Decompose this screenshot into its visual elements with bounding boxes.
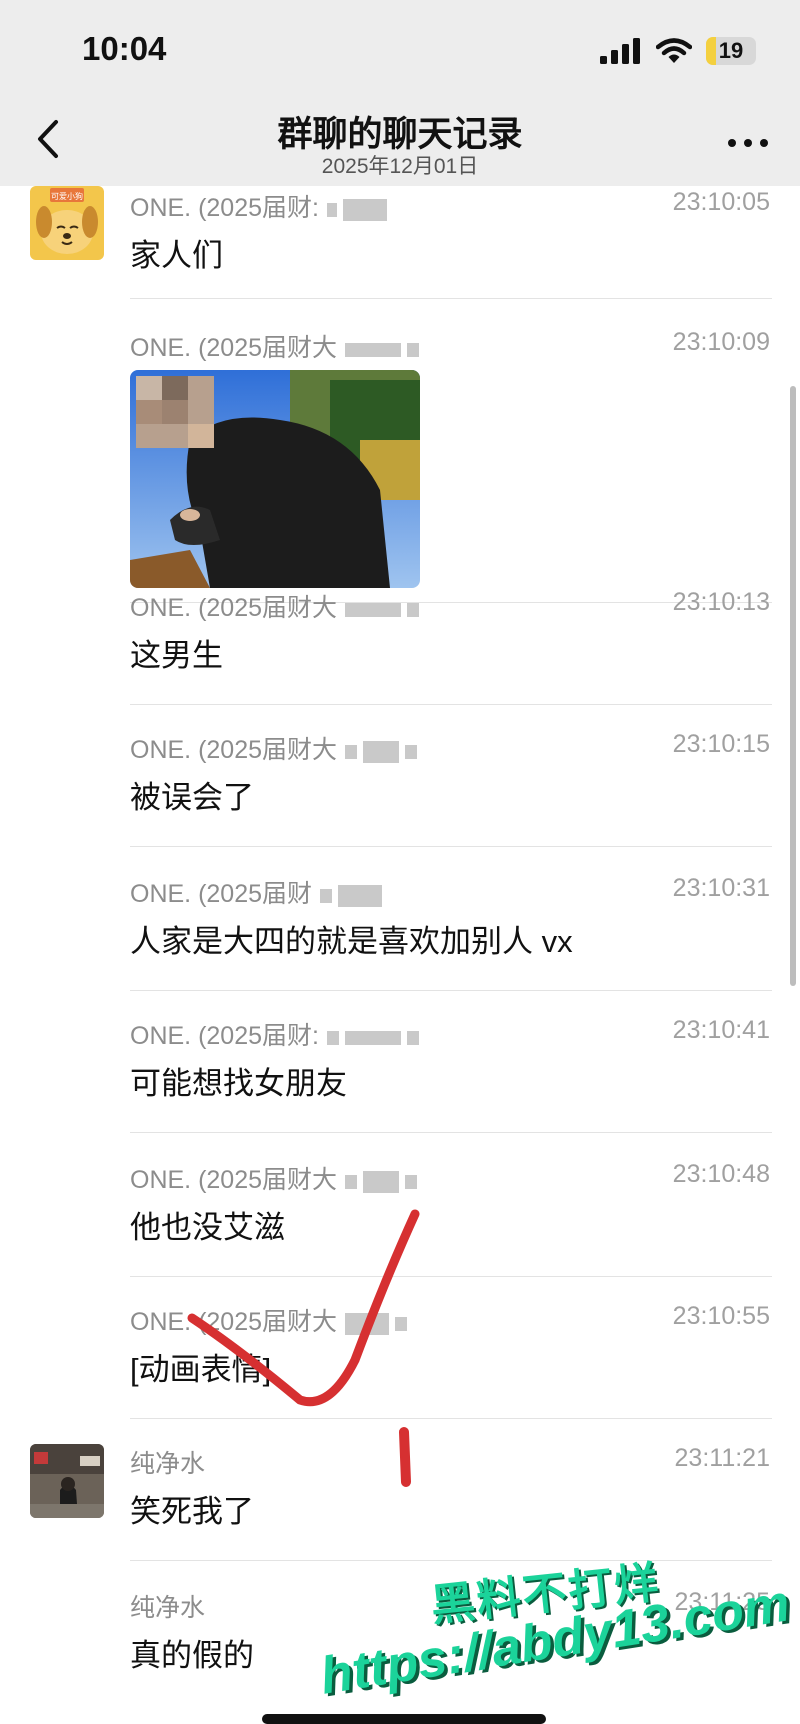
- message-time: 23:10:41: [672, 1016, 770, 1044]
- status-bar: 10:04 19: [0, 0, 800, 100]
- sender-name: ONE. (2025届财:: [130, 188, 393, 224]
- message-text: [动画表情]: [130, 1352, 272, 1387]
- wifi-icon: [656, 38, 692, 63]
- more-button[interactable]: [726, 136, 770, 150]
- sender-name: ONE. (2025届财:: [130, 1016, 425, 1052]
- chat-history-list[interactable]: 可爱小狗 ONE. (2025届财: 23:10:05 家人们 ONE. (20…: [0, 186, 800, 1724]
- sender-name: 纯净水: [130, 1450, 206, 1478]
- redaction-blur: [345, 335, 425, 364]
- divider: [130, 1418, 772, 1419]
- signal-icon: [600, 38, 640, 64]
- redaction-blur: [320, 881, 388, 910]
- redaction-blur: [345, 737, 423, 766]
- divider: [130, 298, 772, 299]
- message-text: 这男生: [130, 638, 223, 673]
- sender-name: ONE. (2025届财大: [130, 1302, 413, 1338]
- message-text: 被误会了: [130, 780, 254, 815]
- photo-avatar-icon: [30, 1444, 104, 1518]
- sender-name: 纯净水: [130, 1594, 206, 1622]
- message-text: 人家是大四的就是喜欢加别人 vx: [130, 924, 573, 959]
- home-indicator: [262, 1714, 546, 1724]
- message-time: 23:10:55: [672, 1302, 770, 1330]
- message-text: 他也没艾滋: [130, 1210, 285, 1245]
- message-text: 可能想找女朋友: [130, 1066, 347, 1101]
- message-time: 23:10:31: [672, 874, 770, 902]
- redaction-blur: [326, 195, 393, 224]
- battery-fill: [706, 37, 716, 65]
- dog-avatar-icon: 可爱小狗: [30, 186, 104, 260]
- avatar[interactable]: 可爱小狗: [30, 186, 104, 260]
- avatar-text: 可爱小狗: [51, 191, 83, 201]
- divider: [130, 990, 772, 991]
- nav-bar: 群聊的聊天记录 2025年12月01日: [0, 100, 800, 186]
- sender-name: ONE. (2025届财大: [130, 730, 423, 766]
- sender-name: ONE. (2025届财: [130, 874, 388, 910]
- status-icons: 19: [600, 34, 756, 68]
- divider: [130, 704, 772, 705]
- redaction-blur: [326, 1023, 425, 1052]
- battery-level: 19: [718, 38, 744, 63]
- sender-name: ONE. (2025届财大: [130, 588, 425, 624]
- divider: [130, 1560, 772, 1561]
- more-dots-icon: [728, 139, 768, 147]
- battery-icon: 19: [706, 37, 756, 65]
- message-time: 23:10:15: [672, 730, 770, 758]
- status-time: 10:04: [82, 30, 167, 67]
- avatar[interactable]: [30, 1444, 104, 1518]
- message-time: 23:10:13: [672, 588, 770, 616]
- redaction-blur: [345, 595, 425, 624]
- message-time: 23:10:05: [672, 188, 770, 216]
- divider: [130, 1132, 772, 1133]
- page-subtitle: 2025年12月01日: [321, 155, 479, 178]
- sender-name: ONE. (2025届财大: [130, 328, 425, 364]
- message-photo[interactable]: [130, 370, 420, 588]
- scrollbar[interactable]: [790, 386, 796, 986]
- divider: [130, 1276, 772, 1277]
- message-time: 23:10:09: [672, 328, 770, 356]
- sender-name: ONE. (2025届财大: [130, 1160, 423, 1196]
- message-text: 家人们: [130, 238, 223, 273]
- message-text: 笑死我了: [130, 1494, 254, 1529]
- redaction-blur: [345, 1167, 423, 1196]
- redaction-blur: [345, 1309, 413, 1338]
- photo-image: [130, 370, 420, 588]
- divider: [130, 846, 772, 847]
- message-time: 23:10:48: [672, 1160, 770, 1188]
- message-time: 23:11:21: [674, 1444, 770, 1472]
- message-text: 真的假的: [130, 1638, 254, 1673]
